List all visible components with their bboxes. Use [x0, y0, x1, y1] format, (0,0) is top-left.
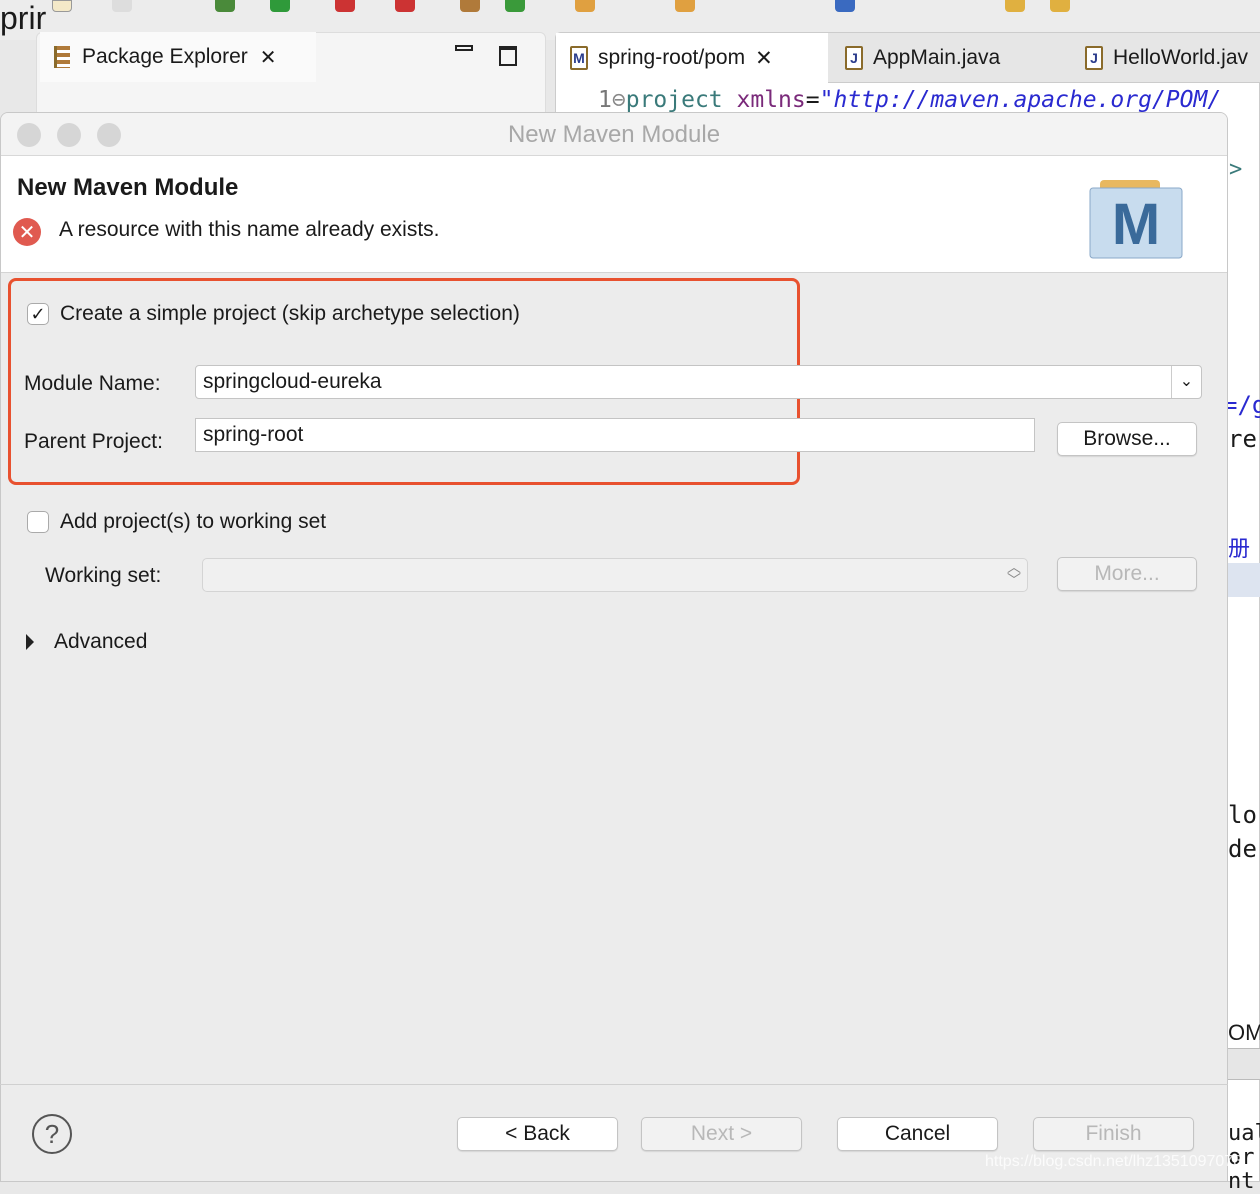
new-maven-module-dialog: New Maven Module New Maven Module ✕ A re… — [0, 112, 1228, 1182]
more-button[interactable]: More... — [1057, 557, 1197, 591]
parent-project-label: Parent Project: — [24, 430, 163, 453]
run-icon[interactable] — [270, 0, 290, 12]
close-icon[interactable]: ✕ — [260, 45, 277, 70]
finish-button[interactable]: Finish — [1033, 1117, 1194, 1151]
minimize-icon[interactable] — [455, 45, 473, 51]
close-icon[interactable]: ✕ — [755, 46, 773, 71]
advanced-toggle[interactable]: Advanced — [54, 630, 147, 654]
maximize-icon[interactable] — [499, 46, 517, 66]
back-button[interactable]: < Back — [457, 1117, 618, 1151]
error-message: A resource with this name already exists… — [59, 218, 440, 241]
save-icon[interactable] — [112, 0, 132, 12]
svg-text:M: M — [1112, 192, 1160, 257]
expand-triangle-icon[interactable] — [26, 634, 34, 650]
new-icon[interactable] — [52, 0, 72, 12]
working-set-checkbox-label: Add project(s) to working set — [60, 510, 327, 533]
watermark: https://blog.csdn.net/lhz1351097078 — [985, 1153, 1243, 1170]
working-set-select[interactable]: ︿ ﹀ — [202, 558, 1028, 592]
footer-divider — [0, 1084, 1228, 1085]
forward-nav-icon[interactable] — [1050, 0, 1070, 12]
external-tools-icon[interactable] — [395, 0, 415, 12]
coverage-icon[interactable] — [335, 0, 355, 12]
chevron-down-icon[interactable]: ⌄ — [1171, 366, 1201, 398]
module-name-input[interactable]: springcloud-eureka ⌄ — [195, 365, 1202, 399]
tab-label: HelloWorld.jav — [1113, 46, 1248, 69]
package-icon[interactable] — [460, 0, 480, 12]
refresh-icon[interactable] — [505, 0, 525, 12]
package-explorer-tab[interactable]: Package Explorer ✕ — [40, 32, 316, 82]
tab-label: Package Explorer — [82, 45, 248, 68]
simple-project-checkbox[interactable]: ✓ — [27, 303, 49, 325]
page-title: New Maven Module — [17, 174, 239, 201]
maven-file-icon: M — [570, 46, 588, 70]
parent-project-input[interactable]: spring-root — [195, 418, 1035, 452]
cancel-button[interactable]: Cancel — [837, 1117, 998, 1151]
maven-logo-icon: M — [1089, 180, 1183, 259]
help-icon[interactable]: ? — [32, 1114, 72, 1154]
open-folder-icon[interactable] — [575, 0, 595, 12]
tab-pom[interactable]: M spring-root/pom ✕ — [556, 33, 828, 83]
search-icon[interactable] — [835, 0, 855, 12]
next-button[interactable]: Next > — [641, 1117, 802, 1151]
updown-chevron-icon: ︿ ﹀ — [1007, 559, 1021, 588]
module-name-value: springcloud-eureka — [203, 370, 382, 393]
tab-appmain[interactable]: J AppMain.java — [831, 33, 1066, 83]
java-file-icon: J — [845, 46, 863, 70]
debug-icon[interactable] — [215, 0, 235, 12]
tab-label: spring-root/pom — [598, 46, 746, 69]
working-set-checkbox[interactable] — [27, 511, 49, 533]
simple-project-label: Create a simple project (skip archetype … — [60, 302, 520, 325]
java-file-icon: J — [1085, 46, 1103, 70]
open-icon[interactable] — [675, 0, 695, 12]
module-name-label: Module Name: — [24, 372, 161, 395]
tab-helloworld[interactable]: J HelloWorld.jav — [1071, 33, 1260, 83]
back-nav-icon[interactable] — [1005, 0, 1025, 12]
error-icon: ✕ — [13, 218, 41, 246]
window-title: New Maven Module — [507, 121, 721, 148]
code-line: 1⊖project xmlns="http://maven.apache.org… — [598, 87, 1222, 113]
title-bar[interactable]: New Maven Module — [1, 113, 1227, 156]
package-icon — [54, 46, 70, 68]
tab-label: AppMain.java — [873, 46, 1001, 69]
working-set-label: Working set: — [45, 564, 162, 587]
browse-button[interactable]: Browse... — [1057, 422, 1197, 456]
wizard-header: New Maven Module ✕ A resource with this … — [1, 156, 1227, 273]
